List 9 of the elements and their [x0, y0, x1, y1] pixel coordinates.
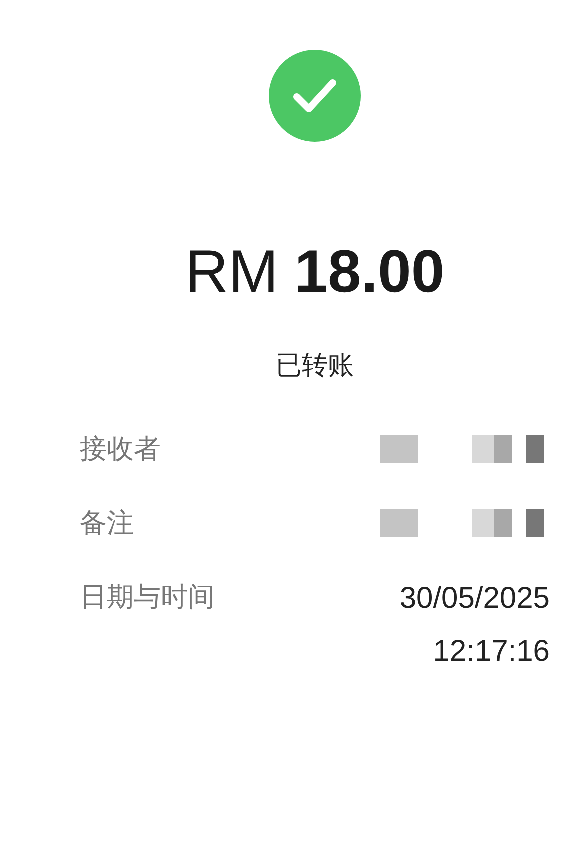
amount-value: 18.00 [294, 242, 445, 302]
success-check-icon [269, 50, 361, 142]
detail-value: 30/05/2025 [400, 581, 550, 617]
detail-label: 日期与时间 [80, 581, 215, 615]
detail-label: 接收者 [80, 433, 161, 467]
status-text: 已转账 [276, 350, 354, 383]
detail-value: 12:17:16 [433, 634, 550, 670]
currency-label: RM [185, 242, 279, 302]
detail-label: 备注 [80, 507, 134, 541]
